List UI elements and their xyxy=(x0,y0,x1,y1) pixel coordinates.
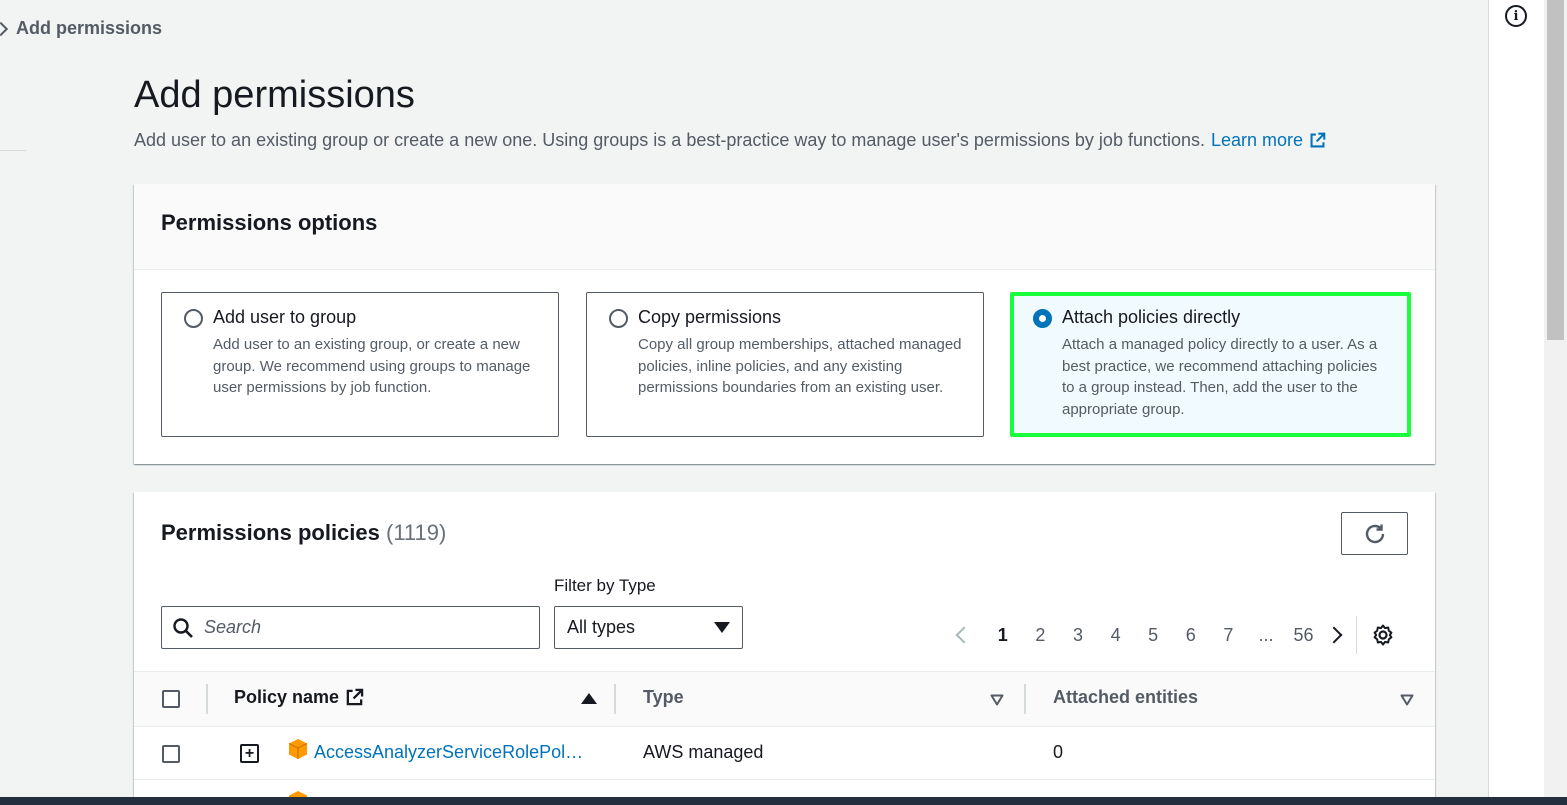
column-divider xyxy=(206,684,208,714)
policy-name-header-label: Policy name xyxy=(234,687,340,707)
radio-add-user-to-group[interactable] xyxy=(184,309,203,328)
learn-more-label: Learn more xyxy=(1211,130,1304,150)
policies-count: (1119) xyxy=(386,520,447,545)
page-1[interactable]: 1 xyxy=(984,625,1022,646)
search-input[interactable]: Search xyxy=(161,606,540,649)
page-3[interactable]: 3 xyxy=(1059,625,1097,646)
page-4[interactable]: 4 xyxy=(1097,625,1135,646)
permissions-options-title: Permissions options xyxy=(161,210,378,235)
page-title: Add permissions xyxy=(134,74,415,116)
permissions-policies-header: Permissions policies (1119) xyxy=(161,520,446,546)
sort-ascending-icon[interactable] xyxy=(581,693,597,704)
column-divider xyxy=(1024,684,1026,714)
page-6[interactable]: 6 xyxy=(1172,625,1210,646)
column-divider xyxy=(614,684,616,714)
radio-copy-permissions[interactable] xyxy=(609,309,628,328)
option-description: Copy all group memberships, attached man… xyxy=(638,336,962,396)
select-all-checkbox[interactable] xyxy=(162,690,180,708)
refresh-icon xyxy=(1365,524,1384,543)
breadcrumb-current: Add permissions xyxy=(16,18,163,38)
table-row: + AccessAnalyzerServiceRolePol… AWS mana… xyxy=(134,727,1435,780)
external-link-icon xyxy=(346,688,364,706)
scrollbar-thumb[interactable] xyxy=(1547,0,1564,340)
scrollbar[interactable] xyxy=(1544,0,1567,805)
info-icon[interactable]: i xyxy=(1505,5,1527,27)
type-filter-value: All types xyxy=(567,617,636,637)
policy-attached-entities: 0 xyxy=(1053,742,1064,762)
page-2[interactable]: 2 xyxy=(1022,625,1060,646)
refresh-button[interactable] xyxy=(1341,512,1408,555)
policy-type: AWS managed xyxy=(643,742,764,762)
radio-attach-policies-directly[interactable] xyxy=(1033,309,1052,328)
chevron-right-icon[interactable] xyxy=(1325,626,1343,644)
external-link-icon xyxy=(1310,132,1326,148)
filter-by-type-label: Filter by Type xyxy=(554,576,656,595)
settings-gear-icon[interactable] xyxy=(1371,623,1395,647)
policy-cube-icon xyxy=(288,739,308,759)
caret-down-icon xyxy=(714,622,730,633)
pagination-divider xyxy=(1356,616,1358,654)
pagination: 1 2 3 4 5 6 7 ... 56 xyxy=(950,616,1395,654)
learn-more-link[interactable]: Learn more xyxy=(1211,130,1326,151)
chevron-right-icon xyxy=(0,21,9,36)
card-header: Permissions options xyxy=(134,184,1435,270)
row-checkbox[interactable] xyxy=(162,745,180,763)
page-5[interactable]: 5 xyxy=(1134,625,1172,646)
chevron-left-icon[interactable] xyxy=(955,626,973,644)
page-7[interactable]: 7 xyxy=(1210,625,1248,646)
option-title: Attach policies directly xyxy=(1062,307,1241,327)
page-description: Add user to an existing group or create … xyxy=(134,130,1326,151)
sort-icon[interactable] xyxy=(990,694,1004,706)
expand-icon[interactable]: + xyxy=(240,744,259,763)
breadcrumb: Add permissions xyxy=(0,18,162,39)
page-description-text: Add user to an existing group or create … xyxy=(134,130,1205,150)
option-copy-permissions[interactable]: Copy permissions Copy all group membersh… xyxy=(586,292,984,437)
search-icon xyxy=(173,617,193,638)
type-filter-select[interactable]: All types xyxy=(554,606,743,649)
option-title: Add user to group xyxy=(213,307,357,327)
page-56[interactable]: 56 xyxy=(1285,625,1323,646)
column-header-policy-name[interactable]: Policy name xyxy=(234,687,364,708)
column-header-attached-entities[interactable]: Attached entities xyxy=(1053,687,1198,708)
bottom-bar xyxy=(0,797,1567,805)
search-placeholder: Search xyxy=(204,617,262,637)
option-attach-policies-directly[interactable]: Attach policies directly Attach a manage… xyxy=(1010,292,1411,437)
divider xyxy=(0,150,26,151)
option-description: Attach a managed policy directly to a us… xyxy=(1062,336,1378,418)
option-title: Copy permissions xyxy=(638,307,782,327)
help-panel-rail xyxy=(1488,0,1544,805)
permissions-policies-title: Permissions policies xyxy=(161,520,380,545)
option-description: Add user to an existing group, or create… xyxy=(213,336,531,396)
permissions-policies-card: Permissions policies (1119) Filter by Ty… xyxy=(134,492,1435,805)
permissions-options-card: Permissions options Add user to group Ad… xyxy=(134,184,1435,464)
column-header-type[interactable]: Type xyxy=(643,687,684,708)
page-ellipsis: ... xyxy=(1258,624,1274,645)
sort-icon[interactable] xyxy=(1400,694,1414,706)
policy-name-link[interactable]: AccessAnalyzerServiceRolePol… xyxy=(314,742,583,763)
table-header: Policy name Type Attached entities xyxy=(134,671,1435,727)
option-add-user-to-group[interactable]: Add user to group Add user to an existin… xyxy=(161,292,559,437)
